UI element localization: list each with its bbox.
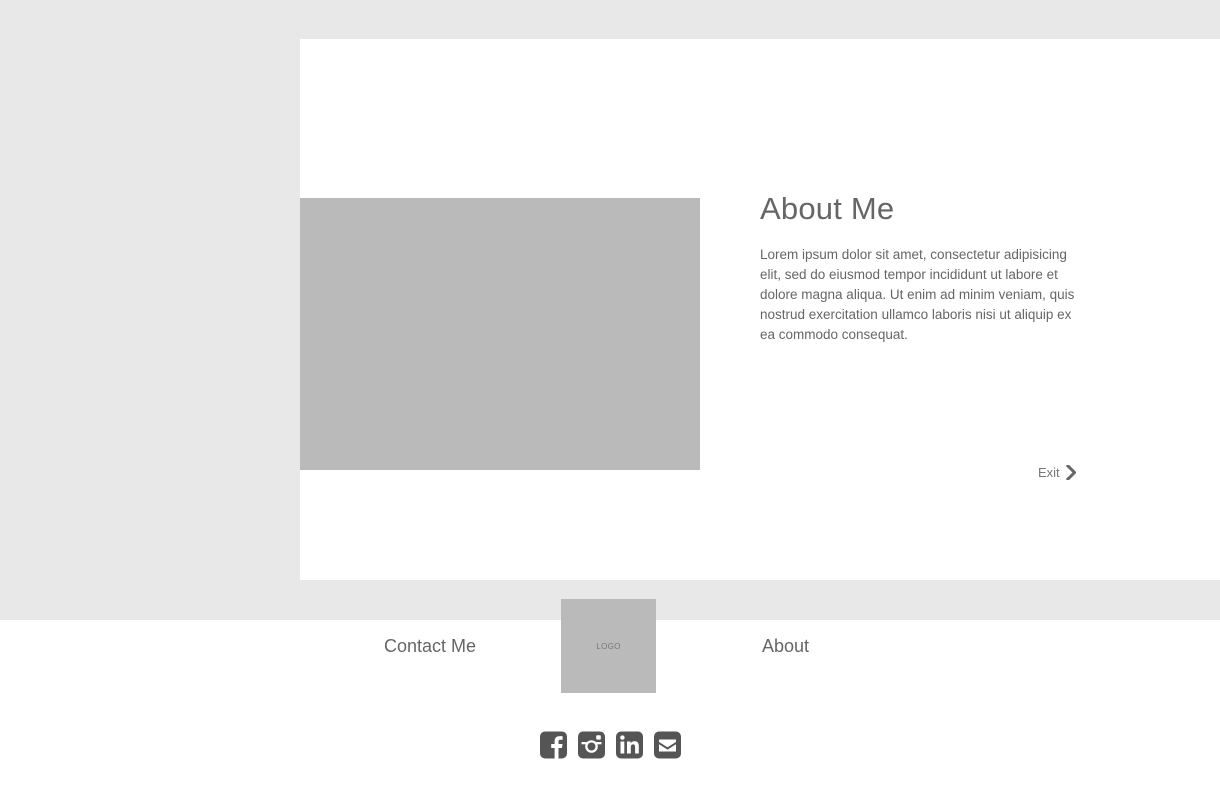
- social-links: [540, 731, 681, 759]
- logo[interactable]: LOGO: [561, 599, 656, 693]
- facebook-icon[interactable]: [540, 731, 567, 759]
- logo-text: LOGO: [596, 641, 621, 651]
- page: About Me Lorem ipsum dolor sit amet, con…: [0, 0, 1220, 800]
- email-icon[interactable]: [654, 731, 681, 759]
- profile-image-placeholder: [300, 198, 700, 470]
- exit-button[interactable]: Exit: [1038, 465, 1076, 480]
- exit-label: Exit: [1038, 465, 1060, 480]
- about-title: About Me: [760, 191, 895, 226]
- linkedin-icon[interactable]: [616, 731, 643, 759]
- about-modal: About Me Lorem ipsum dolor sit amet, con…: [300, 39, 1220, 580]
- nav-about-link[interactable]: About: [762, 636, 809, 657]
- instagram-icon[interactable]: [578, 731, 605, 759]
- nav-contact-link[interactable]: Contact Me: [384, 636, 476, 657]
- chevron-right-icon: [1065, 465, 1076, 480]
- about-description: Lorem ipsum dolor sit amet, consectetur …: [760, 247, 1075, 342]
